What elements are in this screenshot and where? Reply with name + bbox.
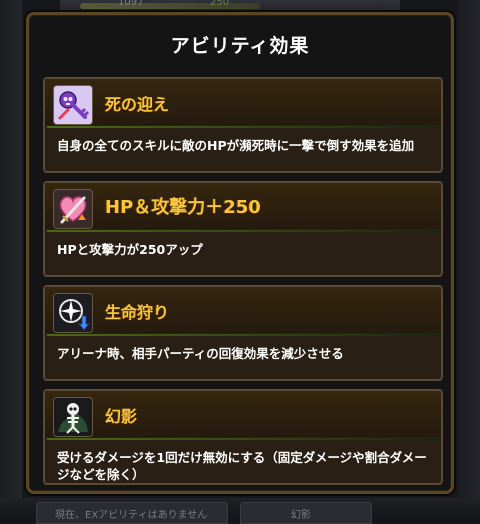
ability-name: HP＆攻撃力＋250 <box>105 197 261 218</box>
ability-name: 死の迎え <box>105 95 170 114</box>
background-tab-ex-label: 現在、EXアビリティはありません <box>55 510 208 521</box>
background-tab-phantom: 幻影 <box>240 502 372 524</box>
ability-card-divider <box>47 438 439 440</box>
background-hp-value: 1097 <box>118 0 144 8</box>
ability-card-life-hunt[interactable]: 生命狩り アリーナ時、相手パーティの回復効果を減少させる <box>43 285 443 381</box>
ability-effects-dialog: アビリティ効果 死の迎え 自身の全てのスキルに敵のHPが瀕死時に一撃で倒す効果を… <box>26 12 454 494</box>
dialog-title: アビリティ効果 <box>170 35 310 57</box>
phantom-skeleton-icon <box>53 397 93 437</box>
ability-card-death-welcome[interactable]: 死の迎え 自身の全てのスキルに敵のHPが瀕死時に一撃で倒す効果を追加 <box>43 77 443 173</box>
ability-card-divider <box>47 126 439 128</box>
skull-key-icon <box>53 85 93 125</box>
ability-card-divider <box>47 334 439 336</box>
background-stat-value: 250 <box>210 0 230 8</box>
ability-description: 自身の全てのスキルに敵のHPが瀕死時に一撃で倒す効果を追加 <box>57 138 415 153</box>
background-tab-ex-ability: 現在、EXアビリティはありません <box>36 502 228 524</box>
background-hp-bar <box>80 3 260 9</box>
crosshair-down-icon <box>53 293 93 333</box>
ability-description: アリーナ時、相手パーティの回復効果を減少させる <box>57 346 344 361</box>
ability-name: 幻影 <box>105 407 138 426</box>
background-right-rail <box>458 0 480 498</box>
ability-description: 受けるダメージを1回だけ無効にする（固定ダメージや割合ダメージなどを除く） <box>57 450 427 482</box>
background-left-rail <box>0 0 22 498</box>
heart-sword-icon <box>53 189 93 229</box>
ability-name: 生命狩り <box>105 303 170 322</box>
background-tab-phantom-label: 幻影 <box>291 510 311 521</box>
ability-card-divider <box>47 230 439 232</box>
ability-card-hp-attack[interactable]: HP＆攻撃力＋250 HPと攻撃力が250アップ <box>43 181 443 277</box>
background-bottom-bar: 現在、EXアビリティはありません 幻影 <box>0 498 480 524</box>
ability-card-phantom[interactable]: 幻影 受けるダメージを1回だけ無効にする（固定ダメージや割合ダメージなどを除く） <box>43 389 443 485</box>
ability-description: HPと攻撃力が250アップ <box>57 242 203 257</box>
